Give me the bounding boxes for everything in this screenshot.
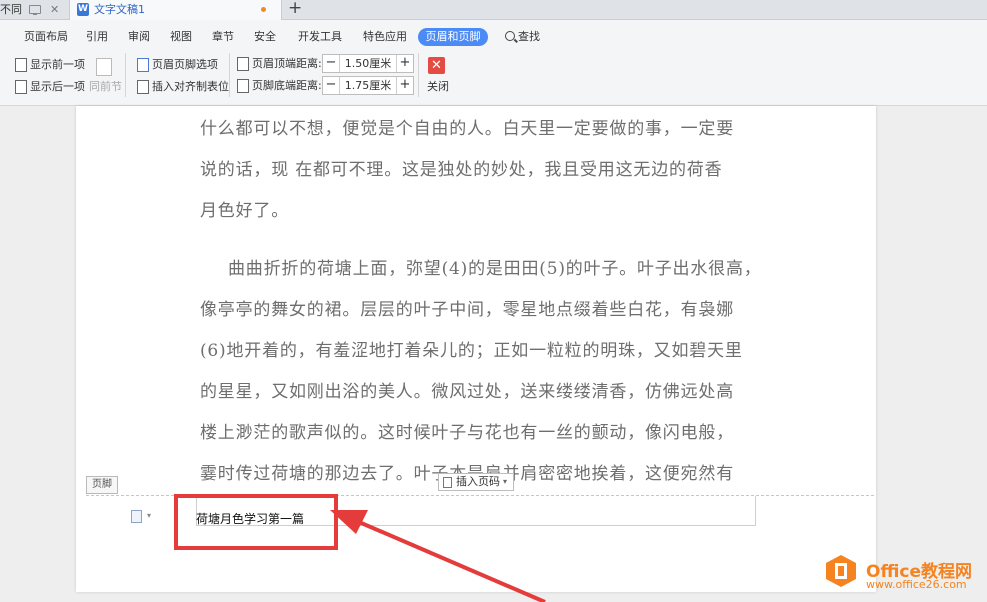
office-logo-icon (826, 555, 856, 587)
annotation-arrow (330, 510, 546, 602)
logo-url: www.office26.com (866, 578, 967, 591)
